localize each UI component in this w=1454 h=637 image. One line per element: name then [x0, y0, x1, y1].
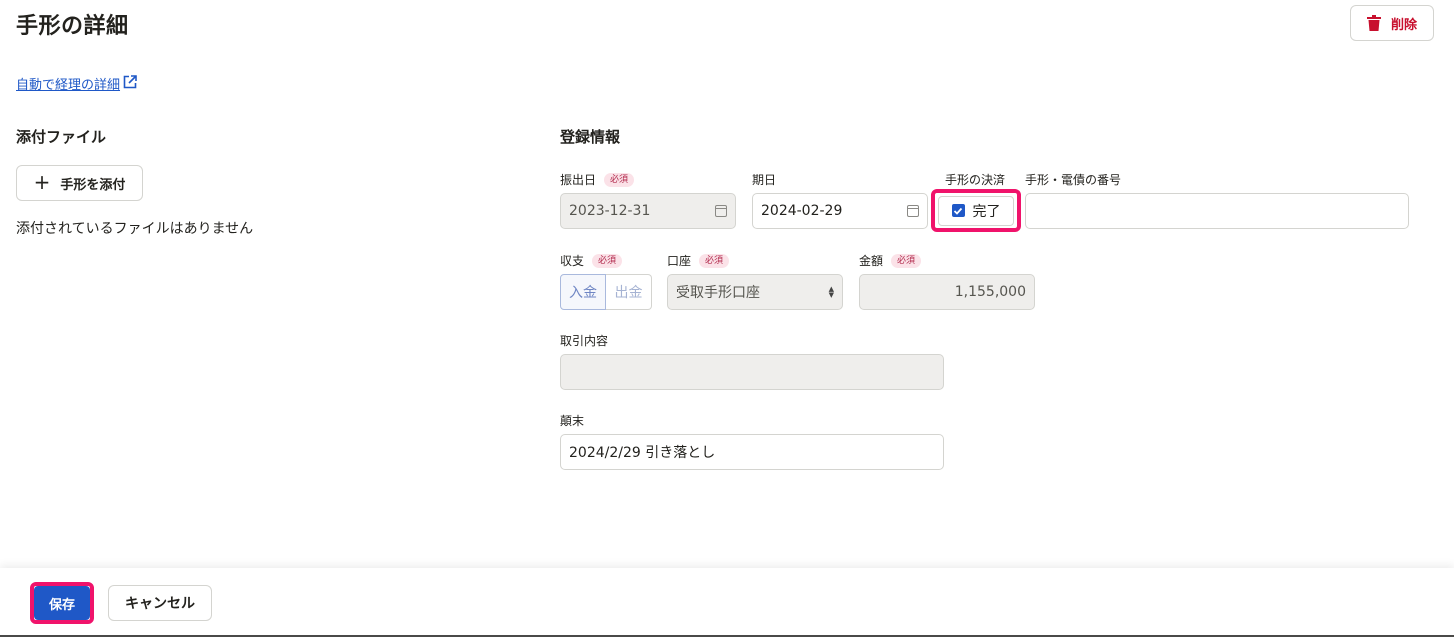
settlement-label-text: 手形の決済 — [945, 173, 1006, 187]
income-expense-label: 収支 必須 — [560, 252, 623, 269]
due-date-value: 2024-02-29 — [761, 203, 843, 219]
page-title: 手形の詳細 — [16, 14, 129, 39]
select-arrows-icon: ▲ ▼ — [828, 285, 834, 299]
settlement-highlight: 完了 — [931, 189, 1021, 232]
footer-bar — [0, 568, 1454, 637]
issue-date-value: 2023-12-31 — [569, 203, 651, 219]
number-label: 手形・電債の番号 — [1025, 171, 1121, 188]
delete-label: 削除 — [1390, 17, 1417, 33]
account-label: 口座 必須 — [667, 252, 730, 269]
settlement-label: 手形の決済 — [945, 171, 1005, 188]
issue-date-label: 振出日 必須 — [560, 171, 635, 188]
due-date-label: 期日 — [752, 171, 776, 188]
remarks-value: 2024/2/29 引き落とし — [569, 445, 716, 461]
settlement-checkbox-label: 完了 — [972, 203, 1001, 220]
attach-note-button[interactable]: + 手形を添付 — [16, 165, 143, 201]
required-badge: 必須 — [604, 172, 635, 187]
account-value: 受取手形口座 — [676, 285, 760, 301]
issue-date-label-text: 振出日 — [560, 173, 597, 187]
income-expense-label-text: 収支 — [560, 254, 585, 268]
account-label-text: 口座 — [667, 254, 692, 268]
calendar-icon — [907, 205, 919, 217]
due-date-label-text: 期日 — [752, 173, 777, 187]
attach-button-label: 手形を添付 — [60, 177, 126, 193]
issue-date-field[interactable]: 2023-12-31 — [560, 193, 736, 229]
trash-icon — [1366, 15, 1381, 31]
transaction-label-text: 取引内容 — [560, 334, 609, 348]
no-attachments-message: 添付されているファイルはありません — [16, 221, 254, 237]
transaction-label: 取引内容 — [560, 332, 608, 349]
settlement-checkbox[interactable]: 完了 — [938, 195, 1014, 226]
account-select[interactable]: 受取手形口座 ▲ ▼ — [667, 274, 843, 310]
remarks-label: 顛末 — [560, 412, 584, 429]
plus-icon: + — [33, 170, 51, 194]
remarks-input[interactable]: 2024/2/29 引き落とし — [560, 434, 944, 470]
remarks-label-text: 顛末 — [560, 414, 585, 428]
due-date-field[interactable]: 2024-02-29 — [752, 193, 928, 229]
expense-option[interactable]: 出金 — [606, 274, 652, 310]
amount-label: 金額 必須 — [859, 252, 922, 269]
registration-title: 登録情報 — [560, 128, 621, 146]
note-number-input[interactable] — [1025, 193, 1409, 229]
detail-link[interactable]: 自動で経理の詳細 — [16, 74, 137, 93]
cancel-button[interactable]: キャンセル — [108, 585, 212, 621]
detail-link-label: 自動で経理の詳細 — [16, 78, 121, 93]
number-label-text: 手形・電債の番号 — [1025, 173, 1122, 187]
save-button[interactable]: 保存 — [34, 586, 90, 620]
checkbox-checked-icon[interactable] — [951, 204, 965, 217]
external-link-icon — [123, 74, 137, 93]
required-badge: 必須 — [699, 253, 730, 268]
amount-label-text: 金額 — [859, 254, 884, 268]
amount-value: 1,155,000 — [954, 284, 1026, 300]
amount-field[interactable]: 1,155,000 — [859, 274, 1035, 310]
income-option[interactable]: 入金 — [560, 274, 606, 310]
income-expense-toggle[interactable]: 入金 出金 — [560, 274, 652, 310]
required-badge: 必須 — [891, 253, 922, 268]
required-badge: 必須 — [592, 253, 623, 268]
delete-button[interactable]: 削除 — [1350, 5, 1434, 41]
attachments-title: 添付ファイル — [16, 128, 107, 146]
calendar-icon — [715, 205, 727, 217]
transaction-field[interactable] — [560, 354, 944, 390]
